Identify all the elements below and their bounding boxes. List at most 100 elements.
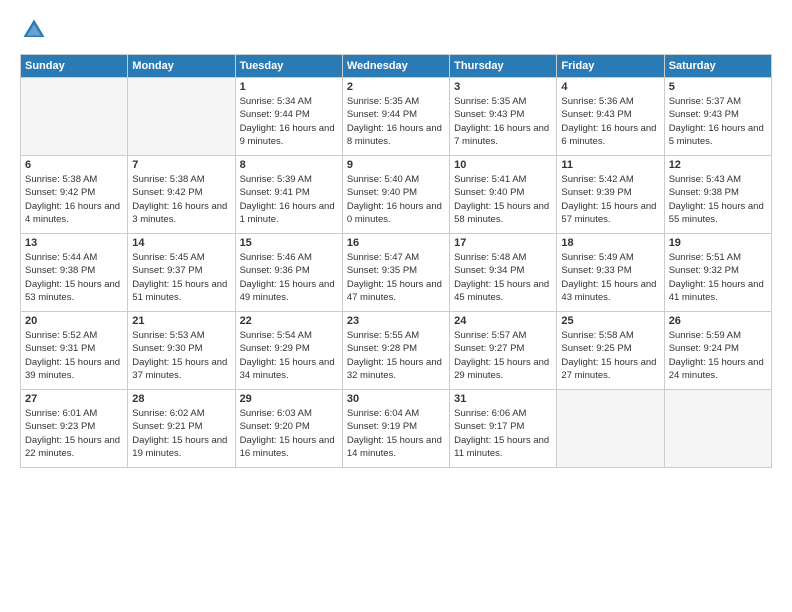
sunrise: Sunrise: 5:48 AM [454, 252, 526, 263]
sunrise: Sunrise: 5:35 AM [454, 96, 526, 107]
day-number: 17 [454, 237, 552, 249]
daylight: Daylight: 15 hours and 34 minutes. [240, 357, 335, 381]
daylight: Daylight: 16 hours and 9 minutes. [240, 123, 335, 147]
daylight: Daylight: 15 hours and 49 minutes. [240, 279, 335, 303]
sunrise: Sunrise: 5:59 AM [669, 330, 741, 341]
calendar-cell: 30Sunrise: 6:04 AMSunset: 9:19 PMDayligh… [342, 390, 449, 468]
day-number: 24 [454, 315, 552, 327]
calendar-week-row: 20Sunrise: 5:52 AMSunset: 9:31 PMDayligh… [21, 312, 772, 390]
sunset: Sunset: 9:40 PM [347, 187, 417, 198]
calendar: SundayMondayTuesdayWednesdayThursdayFrid… [20, 54, 772, 468]
daylight: Daylight: 15 hours and 27 minutes. [561, 357, 656, 381]
calendar-cell: 26Sunrise: 5:59 AMSunset: 9:24 PMDayligh… [664, 312, 771, 390]
calendar-cell: 22Sunrise: 5:54 AMSunset: 9:29 PMDayligh… [235, 312, 342, 390]
sunrise: Sunrise: 5:44 AM [25, 252, 97, 263]
sunset: Sunset: 9:43 PM [454, 109, 524, 120]
day-info: Sunrise: 5:35 AMSunset: 9:43 PMDaylight:… [454, 95, 552, 148]
calendar-week-row: 13 Sunrise: 5:44 AMSunset: 9:38 PMDayligh… [21, 234, 772, 312]
sunrise: Sunrise: 5:35 AM [347, 96, 419, 107]
weekday-header: Friday [557, 55, 664, 78]
sunrise: Sunrise: 5:53 AM [132, 330, 204, 341]
day-info: Sunrise: 5:42 AM Sunset: 9:39 PM Daylight:… [561, 173, 659, 226]
sunrise: Sunrise: 6:01 AM [25, 408, 97, 419]
day-number: 6 [25, 159, 123, 171]
weekday-header: Monday [128, 55, 235, 78]
weekday-header: Tuesday [235, 55, 342, 78]
day-info: Sunrise: 5:40 AMSunset: 9:40 PMDaylight:… [347, 173, 445, 226]
calendar-cell: 15Sunrise: 5:46 AMSunset: 9:36 PMDayligh… [235, 234, 342, 312]
sunrise: Sunrise: 5:38 AM [25, 174, 97, 185]
day-number: 18 [561, 237, 659, 249]
calendar-week-row: 6 Sunrise: 5:38 AM Sunset: 9:42 PM Daylight… [21, 156, 772, 234]
sunrise: Sunrise: 5:49 AM [561, 252, 633, 263]
sunset: Sunset: 9:38 PM [669, 187, 739, 198]
weekday-header: Saturday [664, 55, 771, 78]
calendar-cell: 5Sunrise: 5:37 AMSunset: 9:43 PMDaylight… [664, 78, 771, 156]
calendar-cell: 18Sunrise: 5:49 AMSunset: 9:33 PMDayligh… [557, 234, 664, 312]
sunset: Sunset: 9:44 PM [240, 109, 310, 120]
sunset: Sunset: 9:39 PM [561, 187, 631, 198]
calendar-cell: 27Sunrise: 6:01 AMSunset: 9:23 PMDayligh… [21, 390, 128, 468]
day-number: 13 [25, 237, 123, 249]
day-info: Sunrise: 5:52 AMSunset: 9:31 PMDaylight:… [25, 329, 123, 382]
calendar-cell: 24Sunrise: 5:57 AMSunset: 9:27 PMDayligh… [450, 312, 557, 390]
header [20, 16, 772, 44]
daylight: Daylight: 15 hours and 37 minutes. [132, 357, 227, 381]
sunset: Sunset: 9:19 PM [347, 421, 417, 432]
daylight: Daylight: 15 hours and 16 minutes. [240, 435, 335, 459]
sunset: Sunset: 9:24 PM [669, 343, 739, 354]
sunset: Sunset: 9:42 PM [25, 187, 95, 198]
day-number: 15 [240, 237, 338, 249]
calendar-cell: 6Sunrise: 5:38 AMSunset: 9:42 PMDaylight… [21, 156, 128, 234]
sunset: Sunset: 9:43 PM [669, 109, 739, 120]
calendar-week-row: 1Sunrise: 5:34 AMSunset: 9:44 PMDaylight… [21, 78, 772, 156]
daylight: Daylight: 15 hours and 19 minutes. [132, 435, 227, 459]
sunset: Sunset: 9:34 PM [454, 265, 524, 276]
day-info: Sunrise: 6:03 AMSunset: 9:20 PMDaylight:… [240, 407, 338, 460]
day-info: Sunrise: 5:37 AM Sunset: 9:43 PM Daylight:… [669, 95, 767, 148]
daylight: Daylight: 15 hours and 41 minutes. [669, 279, 764, 303]
day-info: Sunrise: 5:38 AMSunset: 9:42 PMDaylight:… [25, 173, 123, 226]
daylight: Daylight: 15 hours and 57 minutes. [561, 201, 656, 225]
sunset: Sunset: 9:27 PM [454, 343, 524, 354]
day-info: Sunrise: 6:02 AM Sunset: 9:21 PM Daylight:… [132, 407, 230, 460]
day-number: 2 [347, 81, 445, 93]
day-number: 16 [347, 237, 445, 249]
sunset: Sunset: 9:32 PM [669, 265, 739, 276]
day-number: 25 [561, 315, 659, 327]
sunrise: Sunrise: 6:02 AM [132, 408, 204, 419]
calendar-cell: 2 Sunrise: 5:35 AMSunset: 9:44 PMDaylight… [342, 78, 449, 156]
daylight: Daylight: 15 hours and 51 minutes. [132, 279, 227, 303]
daylight: Daylight: 16 hours and 1 minute. [240, 201, 335, 225]
day-number: 11 [561, 159, 659, 171]
sunrise: Sunrise: 5:51 AM [669, 252, 741, 263]
day-info: Sunrise: 5:48 AMSunset: 9:34 PMDaylight:… [454, 251, 552, 304]
day-info: Sunrise: 5:39 AM Sunset: 9:41 PM Daylight:… [240, 173, 338, 226]
sunset: Sunset: 9:21 PM [132, 421, 202, 432]
daylight: Daylight: 15 hours and 53 minutes. [25, 279, 120, 303]
weekday-header: Wednesday [342, 55, 449, 78]
daylight: Daylight: 15 hours and 55 minutes. [669, 201, 764, 225]
day-info: Sunrise: 5:51 AM Sunset: 9:32 PM Daylight:… [669, 251, 767, 304]
day-number: 21 [132, 315, 230, 327]
sunset: Sunset: 9:23 PM [25, 421, 95, 432]
day-number: 28 [132, 393, 230, 405]
day-info: Sunrise: 5:35 AMSunset: 9:44 PMDaylight:… [347, 95, 445, 148]
sunrise: Sunrise: 5:39 AM [240, 174, 312, 185]
day-number: 19 [669, 237, 767, 249]
sunset: Sunset: 9:37 PM [132, 265, 202, 276]
sunset: Sunset: 9:41 PM [240, 187, 310, 198]
sunset: Sunset: 9:28 PM [347, 343, 417, 354]
sunrise: Sunrise: 5:42 AM [561, 174, 633, 185]
sunset: Sunset: 9:31 PM [25, 343, 95, 354]
day-info: Sunrise: 5:41 AMSunset: 9:40 PMDaylight:… [454, 173, 552, 226]
calendar-cell [128, 78, 235, 156]
sunset: Sunset: 9:17 PM [454, 421, 524, 432]
day-info: Sunrise: 5:34 AMSunset: 9:44 PMDaylight:… [240, 95, 338, 148]
daylight: Daylight: 16 hours and 6 minutes. [561, 123, 656, 147]
day-info: Sunrise: 5:44 AMSunset: 9:38 PMDaylight:… [25, 251, 123, 304]
day-number: 31 [454, 393, 552, 405]
sunrise: Sunrise: 5:37 AM [669, 96, 741, 107]
daylight: Daylight: 16 hours and 5 minutes. [669, 123, 764, 147]
day-number: 12 [669, 159, 767, 171]
